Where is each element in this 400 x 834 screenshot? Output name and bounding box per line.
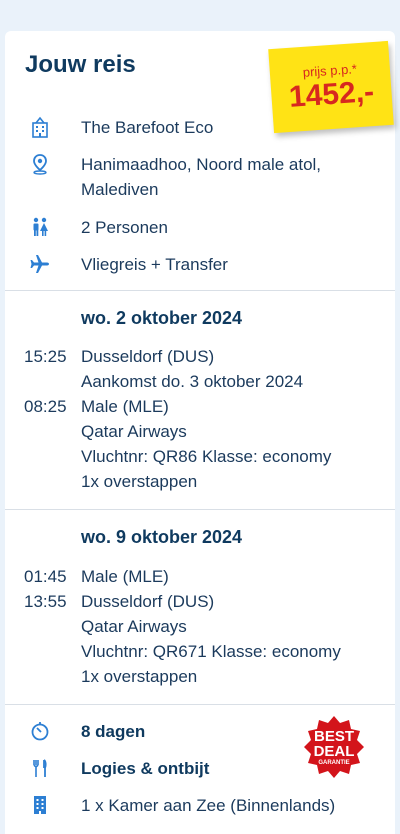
return-flight-info: Vluchtnr: QR671 Klasse: economy (81, 642, 341, 661)
outbound-date: wo. 2 oktober 2024 (81, 308, 243, 328)
timer-icon (31, 722, 49, 741)
persons-count: 2 Personen (81, 218, 168, 237)
persons-icon (33, 217, 48, 236)
return-stops: 1x overstappen (81, 667, 198, 686)
board-type: Logies & ontbijt (81, 759, 210, 778)
divider (5, 509, 395, 510)
divider (5, 704, 395, 705)
room-building-icon (34, 796, 46, 814)
airplane-icon (30, 255, 49, 273)
location-pin-icon (33, 154, 47, 175)
best-deal-badge: BEST DEAL GARANTIE (298, 714, 370, 786)
room-type: 1 x Kamer aan Zee (Binnenlands) (81, 796, 336, 815)
travel-type: Vliegreis + Transfer (81, 255, 228, 274)
price-sticker: prijs p.p.* 1452,- (268, 40, 394, 134)
return-departure-time: 01:45 (24, 567, 67, 586)
outbound-departure-airport: Dusseldorf (DUS) (81, 347, 215, 366)
outbound-flight-info: Vluchtnr: QR86 Klasse: economy (81, 447, 332, 466)
hotel-building-icon (32, 116, 48, 138)
return-departure-airport: Male (MLE) (81, 567, 169, 586)
outbound-departure-time: 15:25 (24, 347, 67, 366)
cutlery-icon (33, 759, 47, 777)
price-amount: 1452,- (287, 75, 376, 114)
outbound-arrival-note: Aankomst do. 3 oktober 2024 (81, 372, 304, 391)
trip-summary-card: Jouw reis prijs p.p.* 1452,- The Barefoo… (5, 31, 395, 834)
outbound-arrival-airport: Male (MLE) (81, 397, 169, 416)
hotel-name: The Barefoot Eco (81, 118, 214, 137)
return-arrival-airport: Dusseldorf (DUS) (81, 592, 215, 611)
badge-line-3: GARANTIE (318, 760, 350, 766)
outbound-arrival-time: 08:25 (24, 397, 67, 416)
outbound-stops: 1x overstappen (81, 472, 198, 491)
return-airline: Qatar Airways (81, 617, 187, 636)
return-arrival-time: 13:55 (24, 592, 67, 611)
stay-duration: 8 dagen (81, 722, 146, 741)
divider (5, 290, 395, 291)
location-line-2: Malediven (81, 180, 159, 199)
badge-line-2: DEAL (313, 743, 355, 760)
return-date: wo. 9 oktober 2024 (81, 527, 243, 547)
location-line-1: Hanimaadhoo, Noord male atol, (81, 155, 322, 174)
outbound-airline: Qatar Airways (81, 422, 187, 441)
page-title: Jouw reis (25, 51, 136, 78)
badge-line-1: BEST (313, 728, 354, 745)
